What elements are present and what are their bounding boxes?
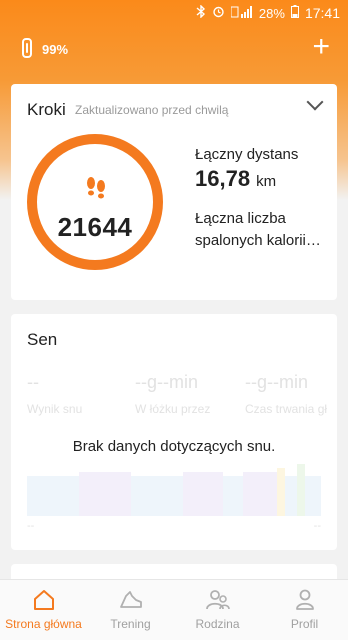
signal-icon xyxy=(230,5,253,21)
distance-unit: km xyxy=(256,173,277,190)
bottom-navigation: Strona główna Trening Rodzina Profil xyxy=(0,579,348,640)
time-in-bed-label: W łóżku przez xyxy=(135,402,211,416)
sleep-bar-placeholder xyxy=(79,472,131,516)
nav-workout-label: Trening xyxy=(110,617,151,631)
home-icon xyxy=(32,588,56,617)
sleep-bar-placeholder xyxy=(27,476,79,516)
sleep-bar-placeholder xyxy=(223,476,243,516)
steps-title: Kroki xyxy=(27,100,66,119)
add-plus-icon[interactable]: + xyxy=(312,30,330,64)
sleep-score-value: -- xyxy=(27,372,39,392)
deep-sleep-label: Czas trwania gł xyxy=(245,402,328,416)
shoe-icon xyxy=(118,588,144,617)
sleep-bar-placeholder xyxy=(183,472,223,516)
nav-family-label: Rodzina xyxy=(195,617,240,631)
chevron-down-icon[interactable] xyxy=(306,93,324,111)
time-in-bed-value: --g--min xyxy=(135,372,198,392)
deep-sleep-value: --g--min xyxy=(245,372,308,392)
app-bar: 99% + xyxy=(0,30,348,70)
sleep-bar-placeholder xyxy=(243,472,277,516)
distance-value: 16,78 xyxy=(195,166,251,191)
sleep-axis-start: -- xyxy=(27,520,35,532)
sleep-bar-placeholder xyxy=(131,476,183,516)
distance-label: Łączny dystans xyxy=(195,146,299,163)
status-bar: 28% 17:41 xyxy=(0,0,348,28)
step-count: 21644 xyxy=(57,212,133,242)
calories-label: Łączna liczba spalonych kalorii… xyxy=(195,210,321,249)
sleep-bar-placeholder xyxy=(305,476,321,516)
band-battery-level: 99% xyxy=(42,42,69,57)
nav-profile-label: Profil xyxy=(290,617,319,631)
status-icons: 28% 17:41 xyxy=(196,4,340,21)
distance-value-row: 16,78 km xyxy=(195,166,276,192)
family-icon xyxy=(205,588,231,617)
sleep-bar-placeholder xyxy=(285,476,297,516)
sleep-placeholder-chart xyxy=(27,464,321,516)
nav-family[interactable]: Rodzina xyxy=(174,580,261,640)
sleep-card[interactable]: Sen -- --g--min --g--min Wynik snu W łóż… xyxy=(11,314,337,550)
no-sleep-data-message: Brak danych dotyczących snu. xyxy=(72,438,276,455)
sleep-bar-placeholder xyxy=(277,468,285,516)
nav-workout[interactable]: Trening xyxy=(87,580,174,640)
sleep-axis-end: -- xyxy=(313,520,321,532)
nav-profile[interactable]: Profil xyxy=(261,580,348,640)
sleep-bar-placeholder xyxy=(297,464,305,516)
profile-icon xyxy=(293,588,317,617)
bluetooth-icon xyxy=(196,4,206,21)
band-icon xyxy=(22,38,32,58)
sleep-score-label: Wynik snu xyxy=(27,402,83,416)
footprints-icon xyxy=(83,176,109,207)
steps-card[interactable]: Kroki Zaktualizowano przed chwilą 21644 … xyxy=(11,84,337,300)
status-battery-text: 28% xyxy=(258,5,285,21)
sleep-title: Sen xyxy=(27,330,58,349)
battery-icon xyxy=(290,5,299,21)
alarm-icon xyxy=(212,5,225,21)
steps-updated-subtitle: Zaktualizowano przed chwilą xyxy=(75,103,229,117)
nav-home[interactable]: Strona główna xyxy=(0,580,87,640)
nav-home-label: Strona główna xyxy=(5,617,82,631)
status-time: 17:41 xyxy=(304,5,340,21)
